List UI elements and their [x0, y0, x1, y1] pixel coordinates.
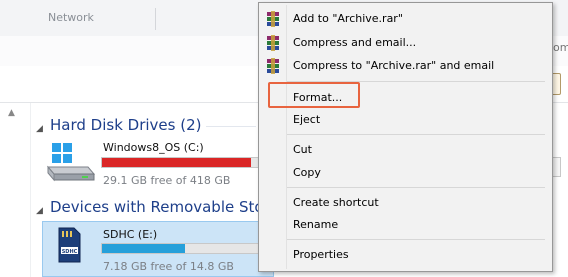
nav-collapse-caret-icon[interactable]: ▲ — [8, 108, 15, 118]
drive-e-name: SDHC (E:) — [103, 228, 158, 241]
menu-item-compress-and-email[interactable]: Compress and email... — [259, 32, 552, 54]
drive-c-free-space: 29.1 GB free of 418 GB — [103, 174, 231, 187]
navigation-pane — [0, 103, 31, 277]
menu-separator — [287, 187, 545, 188]
menu-item-properties[interactable]: Properties — [259, 244, 552, 266]
menu-item-add-to-archive[interactable]: Add to "Archive.rar" — [259, 8, 552, 30]
collapse-arrow-icon[interactable]: ◢ — [36, 206, 43, 216]
menu-separator — [287, 239, 545, 240]
format-highlight-box — [268, 82, 360, 108]
drive-c-usage-bar — [101, 157, 263, 168]
winrar-icon — [267, 35, 279, 51]
drive-e-free-space: 7.18 GB free of 14.8 GB — [103, 260, 234, 273]
hard-drive-icon — [46, 143, 96, 182]
menu-separator — [287, 134, 545, 135]
menu-item-rename[interactable]: Rename — [259, 214, 552, 236]
menu-item-cut[interactable]: Cut — [259, 139, 552, 161]
group-header-removable[interactable]: Devices with Removable Stora — [50, 198, 279, 216]
group-header-hard-disks[interactable]: Hard Disk Drives (2) — [50, 116, 201, 134]
menu-item-compress-to-archive-email[interactable]: Compress to "Archive.rar" and email — [259, 55, 552, 77]
menu-item-eject[interactable]: Eject — [259, 109, 552, 131]
svg-text:SDHC: SDHC — [62, 249, 78, 255]
drive-c-usage-fill — [102, 158, 251, 167]
network-tab-label[interactable]: Network — [48, 11, 94, 24]
drive-e-usage-bar — [101, 243, 263, 254]
winrar-icon — [267, 11, 279, 27]
drive-e-usage-fill — [102, 244, 186, 253]
menu-item-copy[interactable]: Copy — [259, 162, 552, 184]
winrar-icon — [267, 58, 279, 74]
tab-separator — [155, 8, 156, 30]
context-menu: Add to "Archive.rar" Compress and email.… — [258, 2, 553, 272]
ribbon-partial-text: omp — [553, 41, 568, 54]
collapse-arrow-icon[interactable]: ◢ — [36, 124, 43, 134]
menu-item-create-shortcut[interactable]: Create shortcut — [259, 192, 552, 214]
sd-card-icon: SDHC — [58, 227, 81, 263]
drive-c-name: Windows8_OS (C:) — [103, 141, 204, 154]
group-divider — [206, 126, 256, 127]
